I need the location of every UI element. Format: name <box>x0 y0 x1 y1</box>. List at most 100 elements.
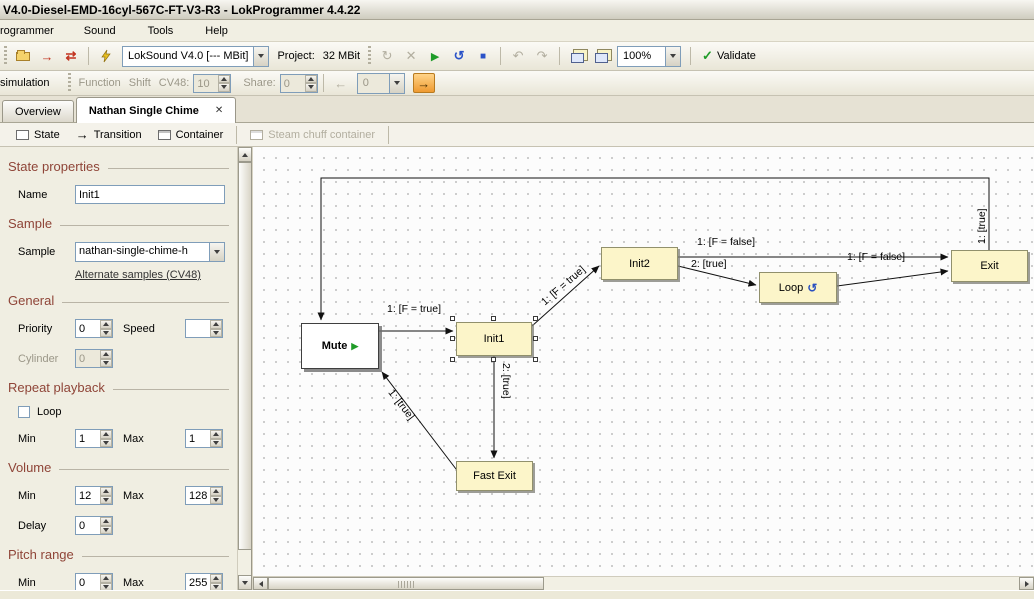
spinner-up-icon[interactable] <box>210 320 222 329</box>
spinner-up-icon[interactable] <box>218 75 230 84</box>
spinner-down-icon[interactable] <box>100 526 112 535</box>
step-back-icon[interactable] <box>329 72 353 94</box>
undo-icon[interactable] <box>506 45 530 67</box>
spinner-up-icon[interactable] <box>100 517 112 526</box>
close-tab-icon[interactable]: ✕ <box>215 105 223 116</box>
loop-simulation-icon[interactable] <box>447 45 471 67</box>
menu-sound[interactable]: Sound <box>76 20 124 42</box>
selection-handle[interactable] <box>533 357 538 362</box>
step-select[interactable]: 0 <box>357 73 405 94</box>
palette-container[interactable]: Container <box>158 129 224 141</box>
scroll-right-icon[interactable] <box>1019 577 1034 590</box>
open-project-icon[interactable] <box>11 45 35 67</box>
state-node-init1[interactable]: Init1 <box>456 322 532 356</box>
selection-handle[interactable] <box>533 316 538 321</box>
titlebar[interactable]: V4.0-Diesel-EMD-16cyl-567C-FT-V3-R3 - Lo… <box>0 0 1034 20</box>
repeat-min-stepper[interactable]: 1 <box>75 429 113 448</box>
chevron-down-icon[interactable] <box>665 47 680 66</box>
decoder-type-select[interactable]: LokSound V4.0 [--- MBit] <box>122 46 269 67</box>
tab-nathan-single-chime[interactable]: Nathan Single Chime ✕ <box>76 97 236 123</box>
alternate-samples-link[interactable]: Alternate samples (CV48) <box>75 269 229 281</box>
validate-button[interactable]: Validate <box>702 48 756 64</box>
tab-overview[interactable]: Overview <box>2 100 74 122</box>
pitch-max-stepper[interactable]: 255 <box>185 573 223 590</box>
menu-help[interactable]: Help <box>197 20 236 42</box>
priority-stepper[interactable]: 0 <box>75 319 113 338</box>
spinner-up-icon[interactable] <box>210 487 222 496</box>
state-node-mute[interactable]: Mute <box>301 323 379 369</box>
share-stepper[interactable]: 0 <box>280 74 318 93</box>
diagram-canvas[interactable]: Mute Init1 Init2 Loop <box>252 147 1034 590</box>
delay-stepper[interactable]: 0 <box>75 516 113 535</box>
refresh-icon[interactable] <box>375 45 399 67</box>
selection-handle[interactable] <box>450 336 455 341</box>
spinner-up-icon[interactable] <box>210 574 222 583</box>
loop-checkbox[interactable] <box>18 406 30 418</box>
spinner-down-icon[interactable] <box>100 329 112 338</box>
zoom-select[interactable]: 100% <box>617 46 681 67</box>
chevron-down-icon[interactable] <box>389 74 404 93</box>
state-node-exit[interactable]: Exit <box>951 250 1028 282</box>
loop-icon <box>807 281 817 295</box>
transition-loop-exit[interactable] <box>837 271 948 286</box>
scroll-up-icon[interactable] <box>238 147 252 162</box>
spinner-down-icon[interactable] <box>210 329 222 338</box>
read-from-decoder-icon[interactable] <box>59 45 83 67</box>
spinner-down-icon[interactable] <box>100 496 112 505</box>
chevron-down-icon[interactable] <box>253 47 268 66</box>
chevron-down-icon[interactable] <box>209 243 224 261</box>
state-node-init2[interactable]: Init2 <box>601 247 678 280</box>
connect-decoder-icon[interactable] <box>94 45 118 67</box>
volume-max-stepper[interactable]: 128 <box>185 486 223 505</box>
selection-handle[interactable] <box>491 357 496 362</box>
volume-min-stepper[interactable]: 12 <box>75 486 113 505</box>
spinner-down-icon[interactable] <box>210 439 222 448</box>
write-to-decoder-icon[interactable] <box>35 45 59 67</box>
properties-scrollbar[interactable] <box>237 147 251 590</box>
toolbar-grip[interactable] <box>68 73 71 93</box>
spinner-up-icon[interactable] <box>305 75 317 84</box>
name-input[interactable] <box>75 185 225 204</box>
menu-programmer[interactable]: rogrammer <box>0 20 62 42</box>
repeat-max-stepper[interactable]: 1 <box>185 429 223 448</box>
palette-transition[interactable]: Transition <box>76 127 142 142</box>
step-forward-button[interactable] <box>413 73 435 93</box>
spinner-down-icon[interactable] <box>210 496 222 505</box>
scrollbar-thumb[interactable] <box>238 162 252 550</box>
scroll-left-icon[interactable] <box>253 577 268 590</box>
spinner-down-icon[interactable] <box>210 583 222 591</box>
state-node-fast-exit[interactable]: Fast Exit <box>456 461 533 491</box>
cascade-windows-icon[interactable] <box>565 45 589 67</box>
spinner-down-icon[interactable] <box>100 439 112 448</box>
cv48-stepper[interactable]: 10 <box>193 74 231 93</box>
tile-windows-icon[interactable] <box>589 45 613 67</box>
selection-handle[interactable] <box>450 316 455 321</box>
spinner-up-icon[interactable] <box>100 430 112 439</box>
transition-fastexit-mute[interactable] <box>382 372 456 469</box>
state-node-loop[interactable]: Loop <box>759 272 837 303</box>
play-simulation-icon[interactable] <box>423 45 447 67</box>
spinner-down-icon[interactable] <box>305 83 317 92</box>
sample-select[interactable]: nathan-single-chime-h <box>75 242 225 262</box>
spinner-down-icon[interactable] <box>218 83 230 92</box>
pitch-min-stepper[interactable]: 0 <box>75 573 113 590</box>
spinner-up-icon[interactable] <box>210 430 222 439</box>
cancel-icon[interactable] <box>399 45 423 67</box>
selection-handle[interactable] <box>533 336 538 341</box>
selection-handle[interactable] <box>450 357 455 362</box>
spinner-up-icon[interactable] <box>100 487 112 496</box>
toolbar-grip[interactable] <box>4 46 7 66</box>
canvas-horizontal-scrollbar[interactable] <box>253 576 1034 590</box>
spinner-down-icon[interactable] <box>100 583 112 591</box>
spinner-up-icon[interactable] <box>100 574 112 583</box>
stop-simulation-icon[interactable] <box>471 45 495 67</box>
scrollbar-thumb[interactable] <box>268 577 544 590</box>
palette-state[interactable]: State <box>16 129 60 141</box>
speed-stepper[interactable] <box>185 319 223 338</box>
toolbar-grip[interactable] <box>368 46 371 66</box>
redo-icon[interactable] <box>530 45 554 67</box>
scroll-down-icon[interactable] <box>238 575 252 590</box>
menu-tools[interactable]: Tools <box>140 20 182 42</box>
selection-handle[interactable] <box>491 316 496 321</box>
spinner-up-icon[interactable] <box>100 320 112 329</box>
